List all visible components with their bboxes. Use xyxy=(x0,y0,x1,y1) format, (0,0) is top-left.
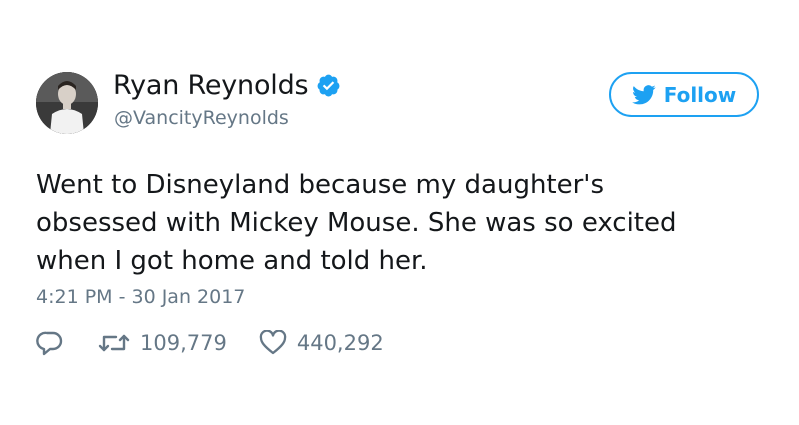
twitter-bird-icon xyxy=(631,84,656,105)
follow-button[interactable]: Follow xyxy=(609,72,759,117)
like-count: 440,292 xyxy=(296,331,384,355)
tweet-actions: 109,779 440,292 xyxy=(36,330,384,356)
retweet-button[interactable]: 109,779 xyxy=(98,331,227,355)
author-handle[interactable]: @VancityReynolds xyxy=(114,107,289,129)
tweet-card: Ryan Reynolds @VancityReynolds Follow We… xyxy=(0,0,799,425)
like-button[interactable]: 440,292 xyxy=(259,330,384,356)
author-name-row: Ryan Reynolds xyxy=(113,70,341,101)
reply-icon xyxy=(36,330,64,356)
heart-icon xyxy=(259,330,287,356)
retweet-count: 109,779 xyxy=(140,331,227,355)
tweet-text: Went to Disneyland because my daughter's… xyxy=(36,170,677,276)
tweet-timestamp[interactable]: 4:21 PM - 30 Jan 2017 xyxy=(36,286,245,308)
follow-button-label: Follow xyxy=(663,82,737,107)
verified-badge-icon xyxy=(316,73,341,98)
avatar[interactable] xyxy=(36,72,98,134)
retweet-icon xyxy=(98,332,130,354)
author-display-name[interactable]: Ryan Reynolds xyxy=(113,70,309,101)
reply-button[interactable] xyxy=(36,330,64,356)
